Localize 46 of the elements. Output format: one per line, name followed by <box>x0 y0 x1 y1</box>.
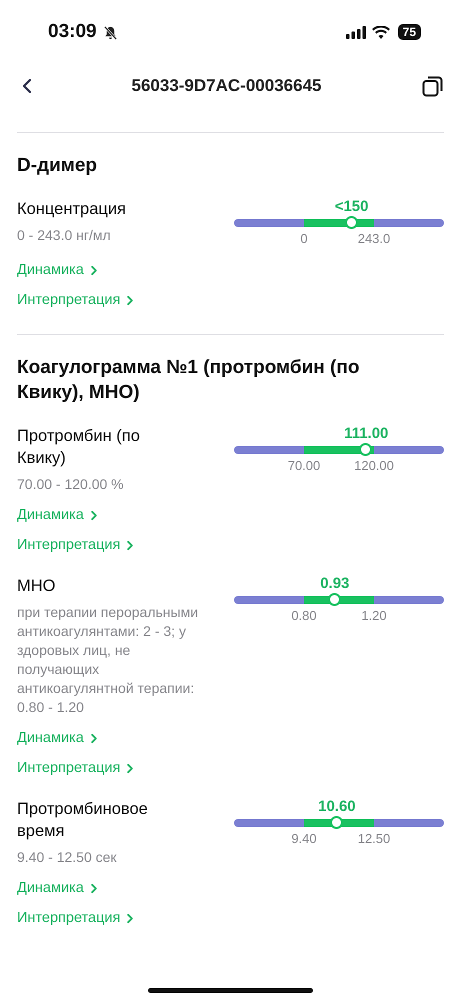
link[interactable]: Динамика <box>17 730 98 746</box>
parameter-name: Протромбин (по Квику) <box>17 426 141 469</box>
result-value: 0.93 <box>320 575 350 592</box>
section-title: D-димер <box>17 154 98 178</box>
range-min: 9.40 <box>291 831 317 846</box>
range-min: 70.00 <box>288 458 320 473</box>
chevron-icon <box>90 732 98 744</box>
header-title: 56033-9D7AC-00036645 <box>130 76 322 96</box>
copy-button[interactable] <box>421 74 445 98</box>
section-title: Коагулограмма №1 (протромбин (по Квику), МНО) <box>17 356 360 405</box>
range-max: 120.00 <box>354 458 394 473</box>
link[interactable]: Динамика <box>17 507 98 523</box>
range-max: 243.0 <box>358 231 390 246</box>
chevron-icon <box>126 762 134 774</box>
range-min: 0.80 <box>291 608 317 623</box>
range-max: 1.20 <box>361 608 387 623</box>
reference-range: 70.00 - 120.00 % <box>17 475 125 494</box>
wifi-icon <box>372 26 390 38</box>
status-time: 03:09 <box>48 21 97 43</box>
result-value: <150 <box>334 198 368 215</box>
link[interactable]: Интерпретация <box>17 910 134 926</box>
chevron-icon <box>90 264 98 276</box>
reference-range: 9.40 - 12.50 сек <box>17 848 118 867</box>
signal-icon <box>346 26 366 38</box>
muted-bell-icon <box>102 24 118 40</box>
battery-indicator: 75 <box>398 24 421 40</box>
reference-range: при терапии пероральными антикоагулянтами: 2 - 3; у здоровых лиц, не получающих антикоагулянтной терапии: 0.80 - 1.20 <box>17 603 200 717</box>
range-min: 0 <box>300 231 308 246</box>
link[interactable]: Динамика <box>17 880 98 896</box>
parameter-name: Концентрация <box>17 199 127 220</box>
parameter-name: Протромбиновое время <box>17 799 149 842</box>
chevron-icon <box>126 540 134 550</box>
chevron-icon <box>126 294 134 306</box>
link[interactable]: Динамика <box>17 262 98 278</box>
back-button[interactable] <box>22 78 32 94</box>
result-value: 10.60 <box>318 798 356 815</box>
result-value: 111.00 <box>344 425 388 442</box>
range-max: 12.50 <box>358 831 390 846</box>
parameter-name: МНО <box>17 576 56 597</box>
link[interactable]: Интерпретация <box>17 292 134 308</box>
link[interactable]: Интерпретация <box>17 760 134 776</box>
link[interactable]: Интерпретация <box>17 537 134 553</box>
chevron-icon <box>90 510 98 520</box>
chevron-icon <box>90 882 98 894</box>
chevron-icon <box>126 912 134 924</box>
reference-range: 0 - 243.0 нг/мл <box>17 226 112 245</box>
